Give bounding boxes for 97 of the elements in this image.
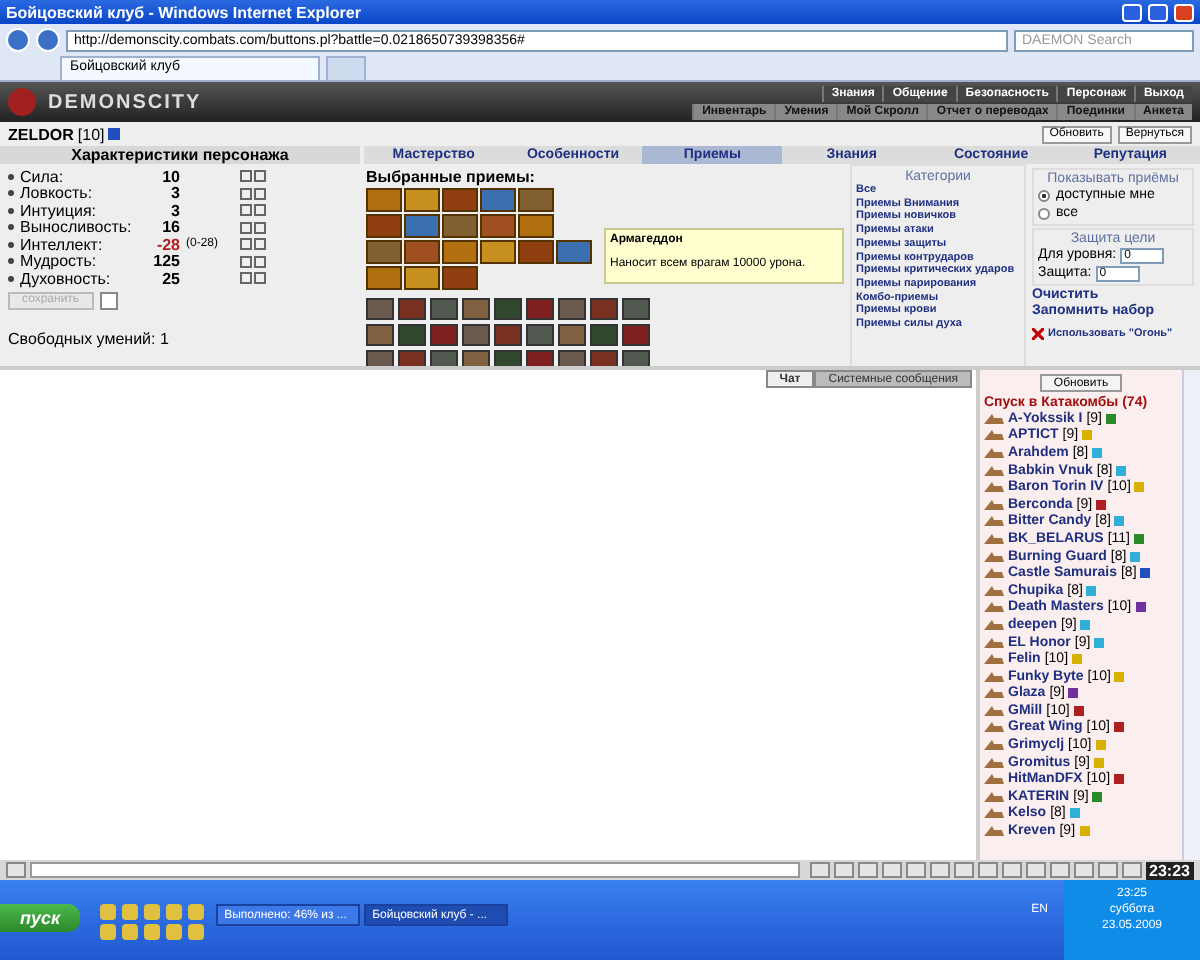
minimize-button[interactable]	[1122, 3, 1142, 21]
scrollbar[interactable]	[1182, 370, 1200, 860]
skill-icon[interactable]	[366, 324, 394, 346]
skill-icon[interactable]	[366, 188, 402, 212]
skill-icon[interactable]	[366, 298, 394, 320]
skill-icon[interactable]	[462, 350, 490, 366]
stat-value: -28	[154, 235, 180, 254]
skill-icon[interactable]	[622, 350, 650, 366]
clan-badge-icon	[108, 128, 121, 140]
toolbar-button[interactable]	[809, 862, 830, 878]
info-badge-icon[interactable]	[1113, 722, 1124, 733]
close-button[interactable]	[1174, 3, 1194, 21]
skill-icon[interactable]	[556, 240, 592, 264]
stat-value: 10	[160, 167, 180, 186]
back-button[interactable]	[6, 28, 30, 52]
bullet-icon	[8, 241, 14, 248]
skill-icon[interactable]	[480, 214, 516, 238]
info-badge-icon[interactable]	[1114, 774, 1125, 785]
toolbar-button[interactable]	[1097, 862, 1118, 878]
skill-icon[interactable]	[480, 188, 516, 212]
toolbar-button[interactable]	[1025, 862, 1046, 878]
toolbar-button[interactable]	[1049, 862, 1070, 878]
skill-icon[interactable]	[404, 188, 440, 212]
toolbar-button[interactable]	[1001, 862, 1022, 878]
stat-label: Сила:	[20, 167, 66, 186]
stat-label: Ловкость:	[20, 184, 95, 203]
skill-icon[interactable]	[558, 350, 586, 366]
skill-icon[interactable]	[526, 324, 554, 346]
skill-icon[interactable]	[404, 214, 440, 238]
selected-skills-title: Выбранные приемы:	[366, 168, 537, 186]
stat-value: 125	[151, 252, 180, 271]
toolbar-button[interactable]	[1121, 862, 1142, 878]
skill-icon[interactable]	[558, 298, 586, 320]
toolbar-button[interactable]	[1073, 862, 1094, 878]
logo-text: DEMONSCITY	[48, 91, 202, 113]
toolbar-button[interactable]	[857, 862, 878, 878]
toolbar-button[interactable]	[977, 862, 998, 878]
character-name: ZELDOR	[8, 125, 74, 143]
skill-icon[interactable]	[366, 266, 402, 290]
skill-icon[interactable]	[442, 240, 478, 264]
bullet-icon	[8, 190, 14, 197]
skill-icon[interactable]	[366, 350, 394, 366]
info-badge-icon[interactable]	[1140, 568, 1151, 579]
bullet-icon	[8, 173, 14, 180]
info-badge-icon[interactable]	[1068, 688, 1079, 699]
skill-icon[interactable]	[462, 298, 490, 320]
stat-value: 3	[169, 201, 180, 220]
toolbar-button[interactable]	[929, 862, 950, 878]
skill-icon[interactable]	[558, 324, 586, 346]
toolbar-button[interactable]	[905, 862, 926, 878]
free-skills-text: Свободных умений: 1	[8, 329, 171, 347]
info-badge-icon[interactable]	[1106, 413, 1117, 424]
stat-value: 3	[169, 184, 180, 203]
bullet-icon	[8, 224, 14, 231]
info-badge-icon[interactable]	[1073, 705, 1084, 716]
cross-icon	[1032, 328, 1044, 340]
stats-header: Характеристики персонажа	[0, 146, 360, 164]
stat-value: 16	[160, 218, 180, 237]
skill-icon[interactable]	[518, 214, 554, 238]
skill-icon[interactable]	[404, 240, 440, 264]
skill-icon[interactable]	[442, 214, 478, 238]
stat-label: Духовность:	[20, 269, 113, 288]
radio-button[interactable]	[1038, 207, 1050, 219]
stat-label: Выносливость:	[20, 218, 134, 237]
radio-button[interactable]	[1038, 189, 1050, 201]
window-title: Бойцовский клуб - Windows Internet Explorer	[6, 3, 363, 21]
new-tab-button[interactable]	[326, 56, 366, 80]
chat-input[interactable]	[30, 862, 800, 878]
checkbox[interactable]	[99, 291, 118, 309]
skill-icon[interactable]	[404, 266, 440, 290]
smiley-button[interactable]	[6, 862, 26, 878]
bullet-icon	[8, 207, 14, 214]
toolbar-button[interactable]	[833, 862, 854, 878]
stat-label: Интуиция:	[20, 201, 98, 220]
forward-button[interactable]	[36, 28, 60, 52]
stat-label: Интеллект:	[20, 235, 105, 254]
skill-icon[interactable]	[622, 298, 650, 320]
bullet-icon	[8, 258, 14, 265]
info-badge-icon[interactable]	[1134, 533, 1144, 544]
skill-icon[interactable]	[430, 350, 458, 366]
character-level: [10]	[77, 125, 105, 143]
info-badge-icon[interactable]	[1096, 499, 1107, 510]
info-badge-icon[interactable]	[1135, 602, 1146, 613]
bullet-icon	[8, 275, 14, 282]
logo-emblem-icon	[8, 88, 36, 116]
info-badge-icon[interactable]	[1092, 791, 1103, 802]
stat-label: Мудрость:	[20, 252, 99, 271]
toolbar-button[interactable]	[953, 862, 974, 878]
skill-icon[interactable]	[480, 240, 516, 264]
stat-value: 25	[160, 269, 180, 288]
skill-icon[interactable]	[518, 188, 554, 212]
skill-icon[interactable]	[366, 240, 402, 264]
toolbar-button[interactable]	[881, 862, 902, 878]
skill-icon[interactable]	[462, 324, 490, 346]
maximize-button[interactable]	[1148, 3, 1168, 21]
skill-icon[interactable]	[430, 298, 458, 320]
game-clock: 23:23	[1145, 861, 1194, 879]
